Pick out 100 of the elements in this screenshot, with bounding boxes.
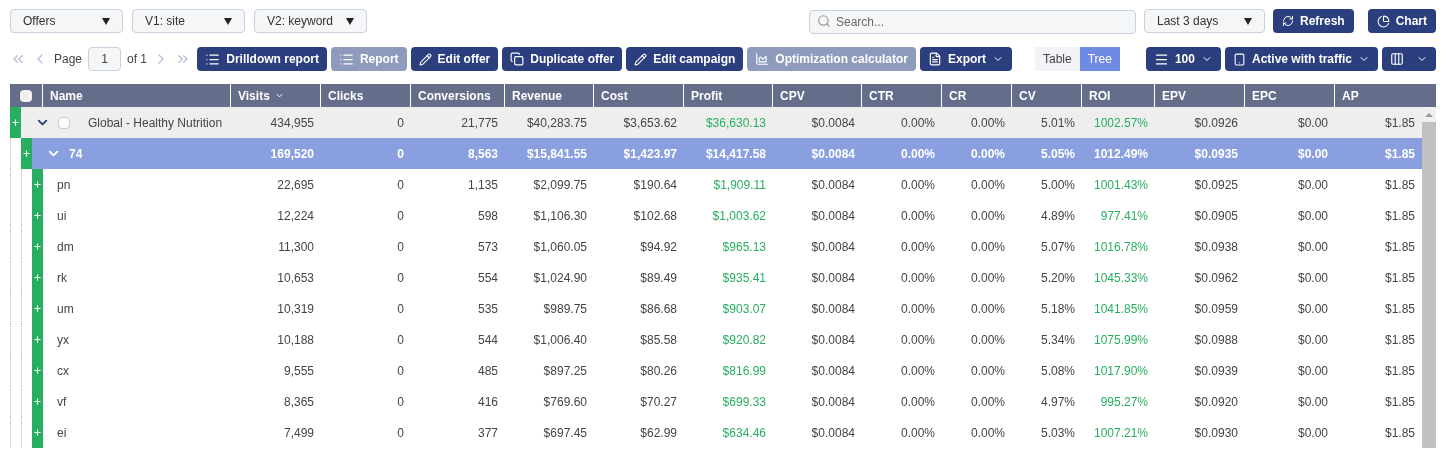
table-cell-text: 573 bbox=[476, 238, 499, 256]
name-cell: ei bbox=[57, 424, 67, 441]
plus-icon bbox=[33, 335, 42, 344]
page-field[interactable]: 1 bbox=[88, 47, 122, 71]
table-cell-text: $0.0084 bbox=[810, 269, 856, 287]
table-cell-text: $816.99 bbox=[721, 362, 767, 380]
chart-button[interactable]: Chart bbox=[1367, 9, 1436, 33]
table-cell-text: $0.00 bbox=[1296, 393, 1329, 411]
table-cell-text: 0 bbox=[396, 176, 405, 194]
table-cell-text: $0.0905 bbox=[1193, 207, 1239, 225]
table-cell-text: $0.0084 bbox=[810, 238, 856, 256]
select-all-checkbox[interactable] bbox=[20, 89, 32, 102]
name-cell: Global - Healthy Nutrition bbox=[88, 114, 223, 131]
toolbar-button[interactable]: Edit offer bbox=[410, 47, 499, 71]
chart-icon bbox=[755, 52, 770, 66]
table-cell-text: 10,653 bbox=[276, 269, 315, 287]
table-cell-text: $80.26 bbox=[639, 362, 678, 380]
table-cell-text: $0.00 bbox=[1296, 300, 1329, 318]
list-icon bbox=[338, 51, 354, 67]
table-cell-text: 0 bbox=[396, 114, 405, 132]
table-cell-text: $1.85 bbox=[1383, 207, 1416, 225]
table-cell-text: 21,775 bbox=[460, 114, 499, 132]
scrollbar[interactable] bbox=[1422, 107, 1436, 448]
table-cell-text: $1.85 bbox=[1383, 238, 1416, 256]
table-cell-text: 0.00% bbox=[969, 176, 1006, 194]
table-cell-text: 11,300 bbox=[277, 238, 315, 256]
table-cell-text: 995.27% bbox=[1099, 393, 1149, 411]
pie-chart-icon bbox=[1376, 14, 1390, 28]
plus-icon bbox=[11, 118, 20, 127]
columns-button[interactable] bbox=[1382, 47, 1436, 71]
table-cell-text: 10,319 bbox=[276, 300, 315, 318]
table-cell-text: 10,188 bbox=[276, 331, 315, 349]
toolbar-button[interactable]: Duplicate offer bbox=[502, 47, 623, 71]
row-checkbox[interactable] bbox=[58, 116, 70, 129]
plus-icon bbox=[33, 211, 42, 220]
table-row[interactable]: Global - Healthy Nutrition 434,955 0 21,775 $40,283.75 $3,653.62 $36,630.13 $0.0084 0.00% 0.00% 5.01% 1002.57% $0.0926 $0.00 $1.85 bbox=[10, 107, 1422, 138]
caret-icon bbox=[224, 17, 232, 25]
name-cell: cx bbox=[57, 362, 69, 379]
table-cell-text: 5.34% bbox=[1039, 331, 1076, 349]
pencil-icon bbox=[418, 52, 432, 66]
table-cell-text: $1.85 bbox=[1383, 362, 1416, 380]
table-cell-text: $0.0935 bbox=[1193, 145, 1239, 163]
table-cell-text: 1045.33% bbox=[1092, 269, 1149, 287]
table-cell-text: $0.0959 bbox=[1193, 300, 1239, 318]
add-button[interactable] bbox=[32, 417, 43, 448]
name-cell: dm bbox=[57, 238, 74, 255]
refresh-button[interactable]: Refresh bbox=[1272, 9, 1354, 33]
document-icon bbox=[928, 52, 942, 66]
add-button[interactable] bbox=[21, 138, 32, 169]
table-cell-text: $965.13 bbox=[721, 238, 767, 256]
table-cell-text: 598 bbox=[476, 207, 499, 225]
name-cell: rk bbox=[57, 269, 67, 286]
rows-per-page-button[interactable]: 100 bbox=[1145, 47, 1221, 71]
table-cell-text: 0.00% bbox=[899, 145, 936, 163]
table-cell-text: $1.85 bbox=[1383, 331, 1416, 349]
table-cell-text: 8,365 bbox=[282, 393, 315, 411]
table-cell-text: $0.0084 bbox=[810, 393, 856, 411]
table-cell-text: $0.0084 bbox=[810, 114, 856, 132]
table-cell-text: $0.0930 bbox=[1193, 424, 1239, 442]
search-field[interactable]: Search... bbox=[808, 10, 1136, 34]
table-cell-text: 0 bbox=[396, 393, 405, 411]
table-cell-text: $0.0084 bbox=[810, 362, 856, 380]
table-cell-text: $1.85 bbox=[1383, 114, 1416, 132]
table-cell-text: $935.41 bbox=[721, 269, 767, 287]
table-cell-text: $190.64 bbox=[632, 176, 678, 194]
table-cell-text: $1.85 bbox=[1383, 145, 1416, 163]
view-tab[interactable]: Table bbox=[1035, 47, 1080, 71]
table-cell-text: $0.00 bbox=[1296, 424, 1329, 442]
table-cell-text: 7,499 bbox=[282, 424, 315, 442]
toolbar-button[interactable]: Edit campaign bbox=[626, 47, 744, 71]
toolbar-button[interactable]: Export bbox=[920, 47, 1012, 71]
table-cell-text: 0.00% bbox=[969, 300, 1006, 318]
table-cell-text: 0.00% bbox=[899, 300, 936, 318]
table-cell-text: $1.85 bbox=[1383, 424, 1416, 442]
column-header[interactable]: AP bbox=[1335, 84, 1436, 107]
dropdown[interactable]: V2: keyword bbox=[254, 9, 367, 33]
add-button[interactable] bbox=[10, 107, 21, 138]
dropdown[interactable]: V1: site bbox=[132, 9, 245, 33]
table-cell-text: $0.00 bbox=[1296, 331, 1329, 349]
caret-icon bbox=[102, 17, 110, 25]
table-cell-text: $0.00 bbox=[1296, 145, 1329, 163]
dropdown[interactable]: Offers bbox=[10, 9, 123, 33]
table-cell-text: 544 bbox=[476, 331, 499, 349]
traffic-filter-button[interactable]: Active with traffic bbox=[1224, 47, 1378, 71]
table-cell-text: $0.00 bbox=[1296, 269, 1329, 287]
table-cell-text: 12,224 bbox=[276, 207, 315, 225]
table-cell-text: $0.0926 bbox=[1193, 114, 1239, 132]
table-cell-text: 0.00% bbox=[899, 238, 936, 256]
add-button[interactable] bbox=[32, 169, 43, 200]
table-cell-text: 485 bbox=[476, 362, 499, 380]
plus-icon bbox=[33, 397, 42, 406]
dropdown[interactable]: Last 3 days bbox=[1143, 9, 1265, 33]
table-cell-text: $36,630.13 bbox=[704, 114, 767, 132]
menu-icon bbox=[1153, 51, 1169, 67]
table-cell-text: 0.00% bbox=[899, 393, 936, 411]
toolbar-button[interactable]: Drilldown report bbox=[197, 47, 327, 71]
table-cell-text: 0 bbox=[396, 424, 405, 442]
table-cell-text: 416 bbox=[476, 393, 499, 411]
table-cell-text: 977.41% bbox=[1099, 207, 1149, 225]
name-cell: um bbox=[57, 300, 74, 317]
